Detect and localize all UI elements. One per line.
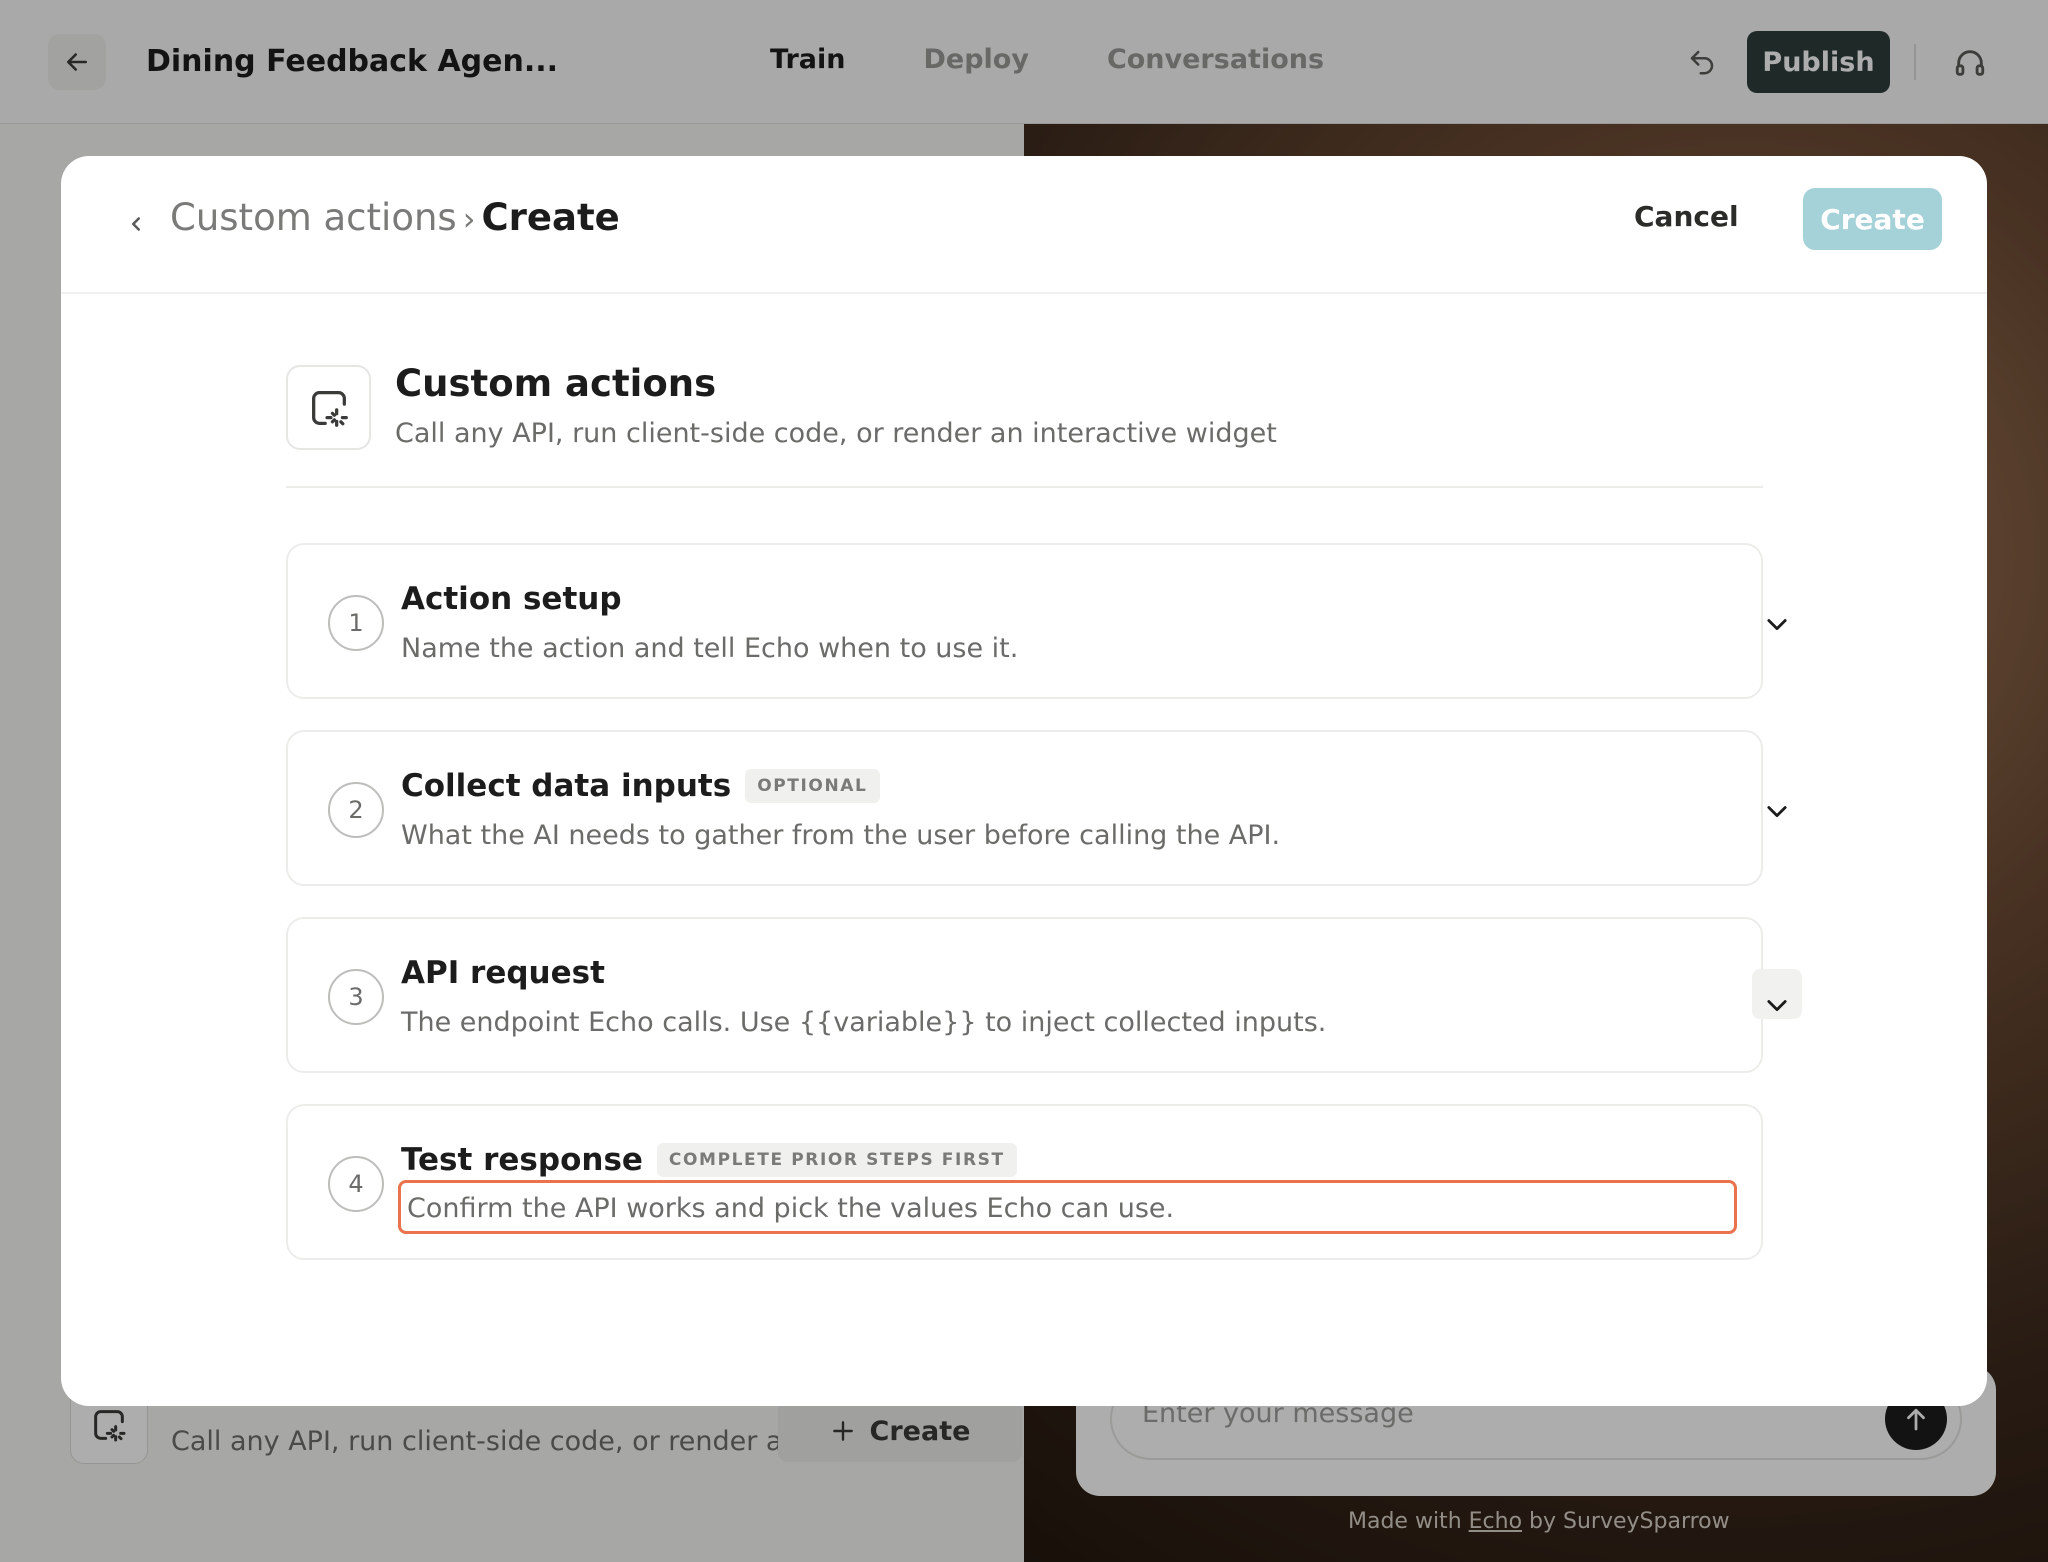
chevron-down-icon bbox=[1767, 806, 1787, 818]
create-action-modal: Custom actions › Create Cancel Create Cu… bbox=[61, 156, 1987, 1406]
step-title-row: Action setup bbox=[401, 581, 622, 617]
step-title: API request bbox=[401, 955, 605, 991]
breadcrumb-separator: › bbox=[462, 200, 476, 238]
step-number: 3 bbox=[328, 969, 384, 1025]
step-number: 1 bbox=[328, 595, 384, 651]
page-subtitle: Call any API, run client-side code, or r… bbox=[395, 418, 1277, 449]
create-button[interactable]: Create bbox=[1803, 188, 1942, 250]
step-description-focused: Confirm the API works and pick the value… bbox=[398, 1180, 1737, 1234]
cancel-button[interactable]: Cancel bbox=[1634, 200, 1739, 233]
chevron-down-icon bbox=[1767, 619, 1787, 631]
step-title-row: Collect data inputs OPTIONAL bbox=[401, 768, 880, 804]
step-description: The endpoint Echo calls. Use {{variable}… bbox=[401, 1007, 1327, 1038]
chevron-left-icon bbox=[132, 217, 140, 231]
modal-header: Custom actions › Create Cancel Create bbox=[61, 156, 1987, 294]
step-title: Collect data inputs bbox=[401, 768, 732, 804]
breadcrumb-parent[interactable]: Custom actions bbox=[170, 196, 457, 239]
expand-step-button[interactable] bbox=[1752, 786, 1802, 836]
page-title: Custom actions bbox=[395, 362, 717, 405]
step-title-row: Test response COMPLETE PRIOR STEPS FIRST bbox=[401, 1142, 1017, 1178]
optional-badge: OPTIONAL bbox=[745, 769, 880, 803]
step-title: Test response bbox=[401, 1142, 643, 1178]
step-action-setup[interactable]: 1 Action setup Name the action and tell … bbox=[286, 543, 1787, 699]
prerequisite-badge: COMPLETE PRIOR STEPS FIRST bbox=[656, 1143, 1017, 1177]
step-description: Name the action and tell Echo when to us… bbox=[401, 633, 1019, 664]
expand-step-button[interactable] bbox=[1752, 969, 1802, 1019]
step-description: What the AI needs to gather from the use… bbox=[401, 820, 1281, 851]
step-title-row: API request bbox=[401, 955, 605, 991]
step-number: 2 bbox=[328, 782, 384, 838]
step-collect-data-inputs[interactable]: 2 Collect data inputs OPTIONAL What the … bbox=[286, 730, 1787, 886]
step-test-response[interactable]: 4 Test response COMPLETE PRIOR STEPS FIR… bbox=[286, 1104, 1763, 1260]
step-title: Action setup bbox=[401, 581, 622, 617]
divider bbox=[286, 486, 1763, 488]
cursor-click-icon bbox=[286, 365, 371, 450]
chevron-down-icon bbox=[1767, 1000, 1787, 1012]
step-api-request[interactable]: 3 API request The endpoint Echo calls. U… bbox=[286, 917, 1802, 1073]
breadcrumb-back-button[interactable] bbox=[121, 204, 151, 244]
breadcrumb: Custom actions › Create bbox=[170, 196, 620, 239]
step-number: 4 bbox=[328, 1156, 384, 1212]
expand-step-button[interactable] bbox=[1752, 599, 1802, 649]
breadcrumb-current: Create bbox=[481, 196, 620, 239]
